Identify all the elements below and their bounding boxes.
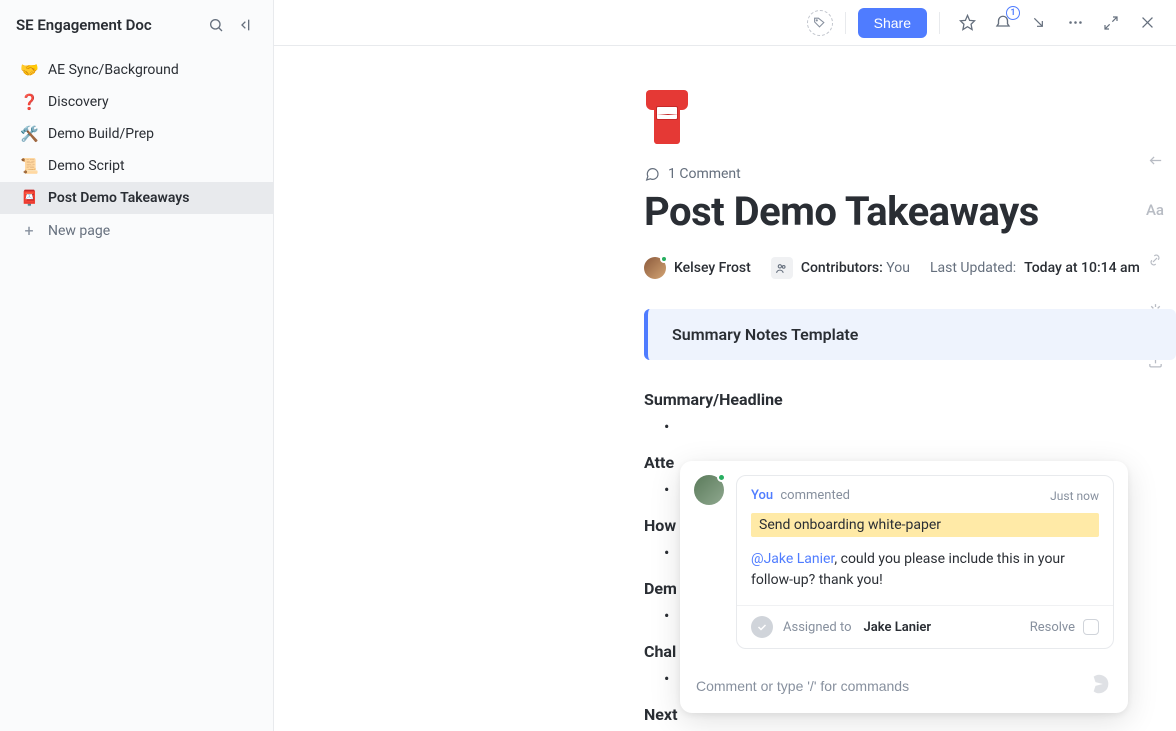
sidebar-item-post-demo[interactable]: 📮 Post Demo Takeaways bbox=[0, 182, 273, 214]
main: Share 1 bbox=[274, 0, 1176, 731]
handshake-icon: 🤝 bbox=[20, 61, 38, 79]
content-area: 1 Comment Post Demo Takeaways Kelsey Fro… bbox=[274, 46, 1176, 731]
collapse-sidebar-icon[interactable] bbox=[235, 14, 257, 36]
sidebar-item-label: AE Sync/Background bbox=[48, 62, 179, 78]
new-page-label: New page bbox=[48, 223, 110, 239]
sidebar-item-label: Demo Script bbox=[48, 158, 125, 174]
send-comment-icon[interactable] bbox=[1090, 673, 1112, 699]
sidebar-item-discovery[interactable]: ❓ Discovery bbox=[0, 86, 273, 118]
search-icon[interactable] bbox=[205, 14, 227, 36]
page-title[interactable]: Post Demo Takeaways bbox=[644, 188, 1176, 235]
contributors-chip[interactable]: Contributors: You bbox=[771, 257, 910, 279]
author-avatar bbox=[644, 257, 666, 279]
plus-icon: + bbox=[20, 221, 38, 240]
sidebar-item-label: Post Demo Takeaways bbox=[48, 190, 189, 206]
tag-button[interactable] bbox=[807, 10, 833, 36]
resolve-button[interactable]: Resolve bbox=[1030, 619, 1099, 635]
sidebar: SE Engagement Doc 🤝 AE Sync/Background ❓… bbox=[0, 0, 274, 731]
comment-action: commented bbox=[780, 488, 850, 503]
comment-icon bbox=[644, 166, 660, 182]
expand-icon[interactable] bbox=[1096, 8, 1126, 38]
notifications-icon[interactable]: 1 bbox=[988, 8, 1018, 38]
comment-card: You commented Just now Send onboarding w… bbox=[736, 475, 1114, 649]
resolve-label: Resolve bbox=[1030, 620, 1075, 635]
updated-label: Last Updated: bbox=[930, 260, 1016, 276]
callout-block[interactable]: Summary Notes Template bbox=[644, 309, 1176, 360]
assigned-check-icon bbox=[751, 616, 773, 638]
comment-footer: Assigned to Jake Lanier Resolve bbox=[737, 605, 1113, 648]
comment-thread: You commented Just now Send onboarding w… bbox=[680, 461, 1128, 663]
comment-count-button[interactable]: 1 Comment bbox=[644, 166, 1176, 182]
divider bbox=[845, 12, 846, 34]
notification-badge: 1 bbox=[1006, 6, 1020, 20]
sidebar-item-demo-script[interactable]: 📜 Demo Script bbox=[0, 150, 273, 182]
sidebar-item-label: Demo Build/Prep bbox=[48, 126, 154, 142]
share-button[interactable]: Share bbox=[858, 8, 927, 38]
assignee-name[interactable]: Jake Lanier bbox=[864, 620, 932, 635]
contributors-label: Contributors: You bbox=[801, 260, 910, 276]
divider bbox=[939, 12, 940, 34]
more-icon[interactable] bbox=[1060, 8, 1090, 38]
doc-emoji-postbox[interactable] bbox=[644, 90, 694, 146]
comment-author-name: You bbox=[751, 488, 773, 503]
contributors-icon bbox=[771, 257, 793, 279]
question-icon: ❓ bbox=[20, 93, 38, 111]
scroll-icon: 📜 bbox=[20, 157, 38, 175]
tools-icon: 🛠️ bbox=[20, 125, 38, 143]
doc-root-title[interactable]: SE Engagement Doc bbox=[16, 16, 197, 34]
comment-count-label: 1 Comment bbox=[668, 166, 741, 182]
sidebar-item-demo-build[interactable]: 🛠️ Demo Build/Prep bbox=[0, 118, 273, 150]
sidebar-item-label: Discovery bbox=[48, 94, 109, 110]
updated-value: Today at 10:14 am bbox=[1024, 260, 1140, 276]
sidebar-header: SE Engagement Doc bbox=[0, 0, 273, 46]
comment-input-row bbox=[680, 663, 1128, 713]
new-page-button[interactable]: + New page bbox=[0, 214, 273, 247]
comment-input[interactable] bbox=[696, 678, 1080, 694]
resolve-checkbox[interactable] bbox=[1083, 619, 1099, 635]
mention[interactable]: @Jake Lanier bbox=[751, 551, 834, 567]
comment-author-avatar[interactable] bbox=[694, 475, 724, 505]
list-item[interactable] bbox=[664, 413, 1176, 435]
comment-popover: You commented Just now Send onboarding w… bbox=[680, 461, 1128, 713]
sidebar-list: 🤝 AE Sync/Background ❓ Discovery 🛠️ Demo… bbox=[0, 46, 273, 255]
comment-time: Just now bbox=[1050, 489, 1099, 503]
author-chip[interactable]: Kelsey Frost bbox=[644, 257, 751, 279]
close-icon[interactable] bbox=[1132, 8, 1162, 38]
author-name: Kelsey Frost bbox=[674, 260, 751, 276]
comment-body: @Jake Lanier, could you please include t… bbox=[737, 549, 1113, 605]
doc-meta: Kelsey Frost Contributors: You Last Upda… bbox=[644, 257, 1176, 279]
sidebar-item-ae-sync[interactable]: 🤝 AE Sync/Background bbox=[0, 54, 273, 86]
assigned-to-label: Assigned to bbox=[783, 620, 852, 635]
comment-quoted-text: Send onboarding white-paper bbox=[751, 513, 1099, 537]
download-icon[interactable] bbox=[1024, 8, 1054, 38]
section-heading[interactable]: Summary/Headline bbox=[644, 390, 1176, 409]
postbox-icon: 📮 bbox=[20, 189, 38, 207]
favorite-icon[interactable] bbox=[952, 8, 982, 38]
last-updated: Last Updated: Today at 10:14 am bbox=[930, 260, 1140, 276]
topbar: Share 1 bbox=[274, 0, 1176, 46]
comment-header: You commented Just now bbox=[737, 476, 1113, 513]
